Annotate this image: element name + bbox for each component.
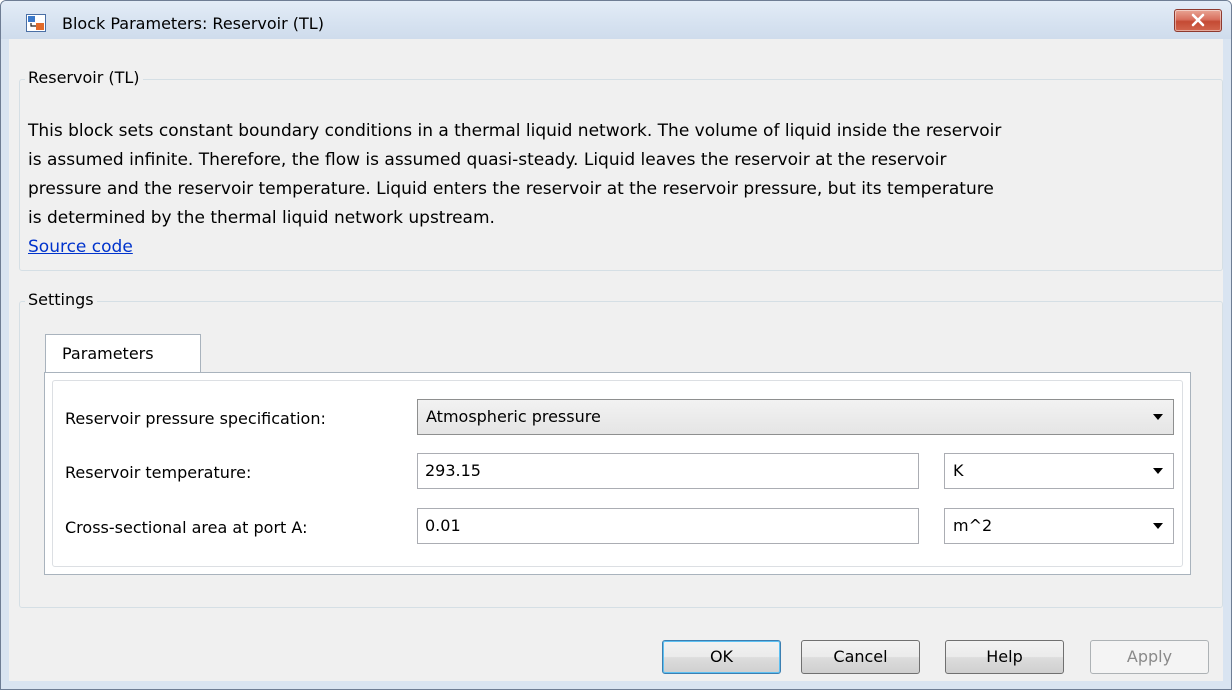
temperature-unit-value: K <box>953 461 964 480</box>
block-group-legend: Reservoir (TL) <box>25 68 143 87</box>
tab-parameters[interactable]: Parameters <box>45 334 201 373</box>
block-description: This block sets constant boundary condit… <box>28 117 1208 233</box>
tab-parameters-label: Parameters <box>62 344 154 363</box>
temperature-unit-dropdown[interactable]: K <box>944 453 1174 489</box>
pressure-spec-label: Reservoir pressure specification: <box>65 409 326 428</box>
close-icon <box>1191 13 1205 27</box>
dialog-body: Reservoir (TL) This block sets constant … <box>9 39 1223 681</box>
description-line: is assumed infinite. Therefore, the flow… <box>28 150 947 170</box>
chevron-down-icon <box>1153 468 1163 474</box>
area-input[interactable]: 0.01 <box>417 508 919 544</box>
temperature-label: Reservoir temperature: <box>65 463 252 482</box>
temperature-input[interactable]: 293.15 <box>417 453 919 489</box>
chevron-down-icon <box>1153 523 1163 529</box>
cancel-button[interactable]: Cancel <box>801 640 920 674</box>
dialog-window: Block Parameters: Reservoir (TL) Reservo… <box>0 0 1232 690</box>
settings-legend: Settings <box>25 290 97 309</box>
close-button[interactable] <box>1174 9 1222 32</box>
description-line: This block sets constant boundary condit… <box>28 121 1002 141</box>
title-bar[interactable]: Block Parameters: Reservoir (TL) <box>1 1 1231 39</box>
description-line: is determined by the thermal liquid netw… <box>28 208 495 228</box>
area-unit-dropdown[interactable]: m^2 <box>944 508 1174 544</box>
apply-button[interactable]: Apply <box>1090 640 1209 674</box>
parameters-panel: Reservoir pressure specification: Atmosp… <box>44 372 1191 575</box>
simulink-block-icon <box>26 14 46 32</box>
pressure-spec-value: Atmospheric pressure <box>426 407 601 426</box>
description-line: pressure and the reservoir temperature. … <box>28 179 994 199</box>
source-code-link[interactable]: Source code <box>28 237 133 257</box>
area-label: Cross-sectional area at port A: <box>65 518 308 537</box>
ok-button[interactable]: OK <box>662 640 781 674</box>
area-unit-value: m^2 <box>953 516 993 535</box>
chevron-down-icon <box>1153 414 1163 420</box>
window-title: Block Parameters: Reservoir (TL) <box>62 14 324 33</box>
help-button[interactable]: Help <box>945 640 1064 674</box>
pressure-spec-dropdown[interactable]: Atmospheric pressure <box>417 399 1174 435</box>
